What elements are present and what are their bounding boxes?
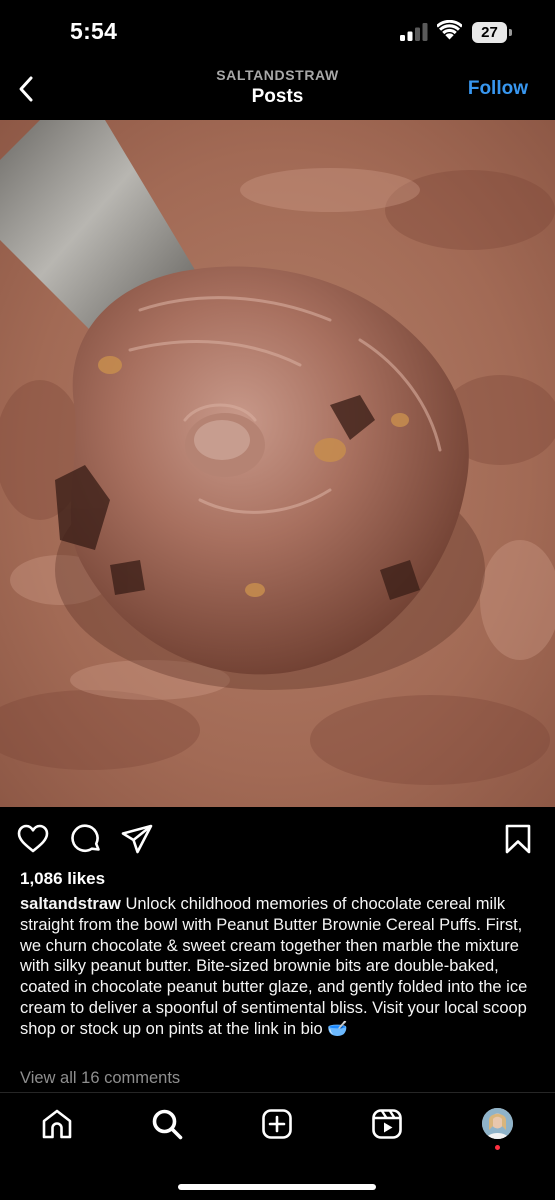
status-time: 5:54 — [70, 18, 118, 44]
post-image[interactable] — [0, 120, 555, 807]
status-bar: 5:54 27 — [0, 0, 555, 62]
avatar-image — [482, 1108, 513, 1139]
battery-icon: 27 — [472, 22, 512, 43]
post-caption: saltandstraw Unlock childhood memories o… — [20, 894, 540, 1040]
battery-level: 27 — [472, 22, 507, 43]
post-actions — [0, 818, 555, 858]
likes-count[interactable]: 1,086 likes — [20, 869, 105, 889]
bookmark-icon[interactable] — [501, 822, 535, 856]
cellular-signal-icon — [400, 23, 428, 41]
profile-avatar[interactable] — [482, 1108, 513, 1139]
notification-dot — [495, 1145, 500, 1150]
reels-icon[interactable] — [370, 1107, 404, 1141]
create-icon[interactable] — [260, 1107, 294, 1141]
share-icon[interactable] — [120, 822, 154, 856]
post-header: SALTANDSTRAW Posts Follow — [0, 62, 555, 120]
caption-text: Unlock childhood memories of chocolate c… — [20, 895, 528, 1038]
search-icon[interactable] — [150, 1107, 184, 1141]
follow-button[interactable]: Follow — [468, 78, 528, 100]
wifi-icon — [437, 20, 462, 40]
home-icon[interactable] — [40, 1107, 74, 1141]
home-indicator — [178, 1184, 376, 1190]
battery-cap — [509, 29, 512, 36]
comment-icon[interactable] — [69, 822, 103, 856]
caption-username[interactable]: saltandstraw — [20, 895, 121, 913]
view-comments-link[interactable]: View all 16 comments — [20, 1069, 180, 1088]
heart-icon[interactable] — [16, 822, 50, 856]
